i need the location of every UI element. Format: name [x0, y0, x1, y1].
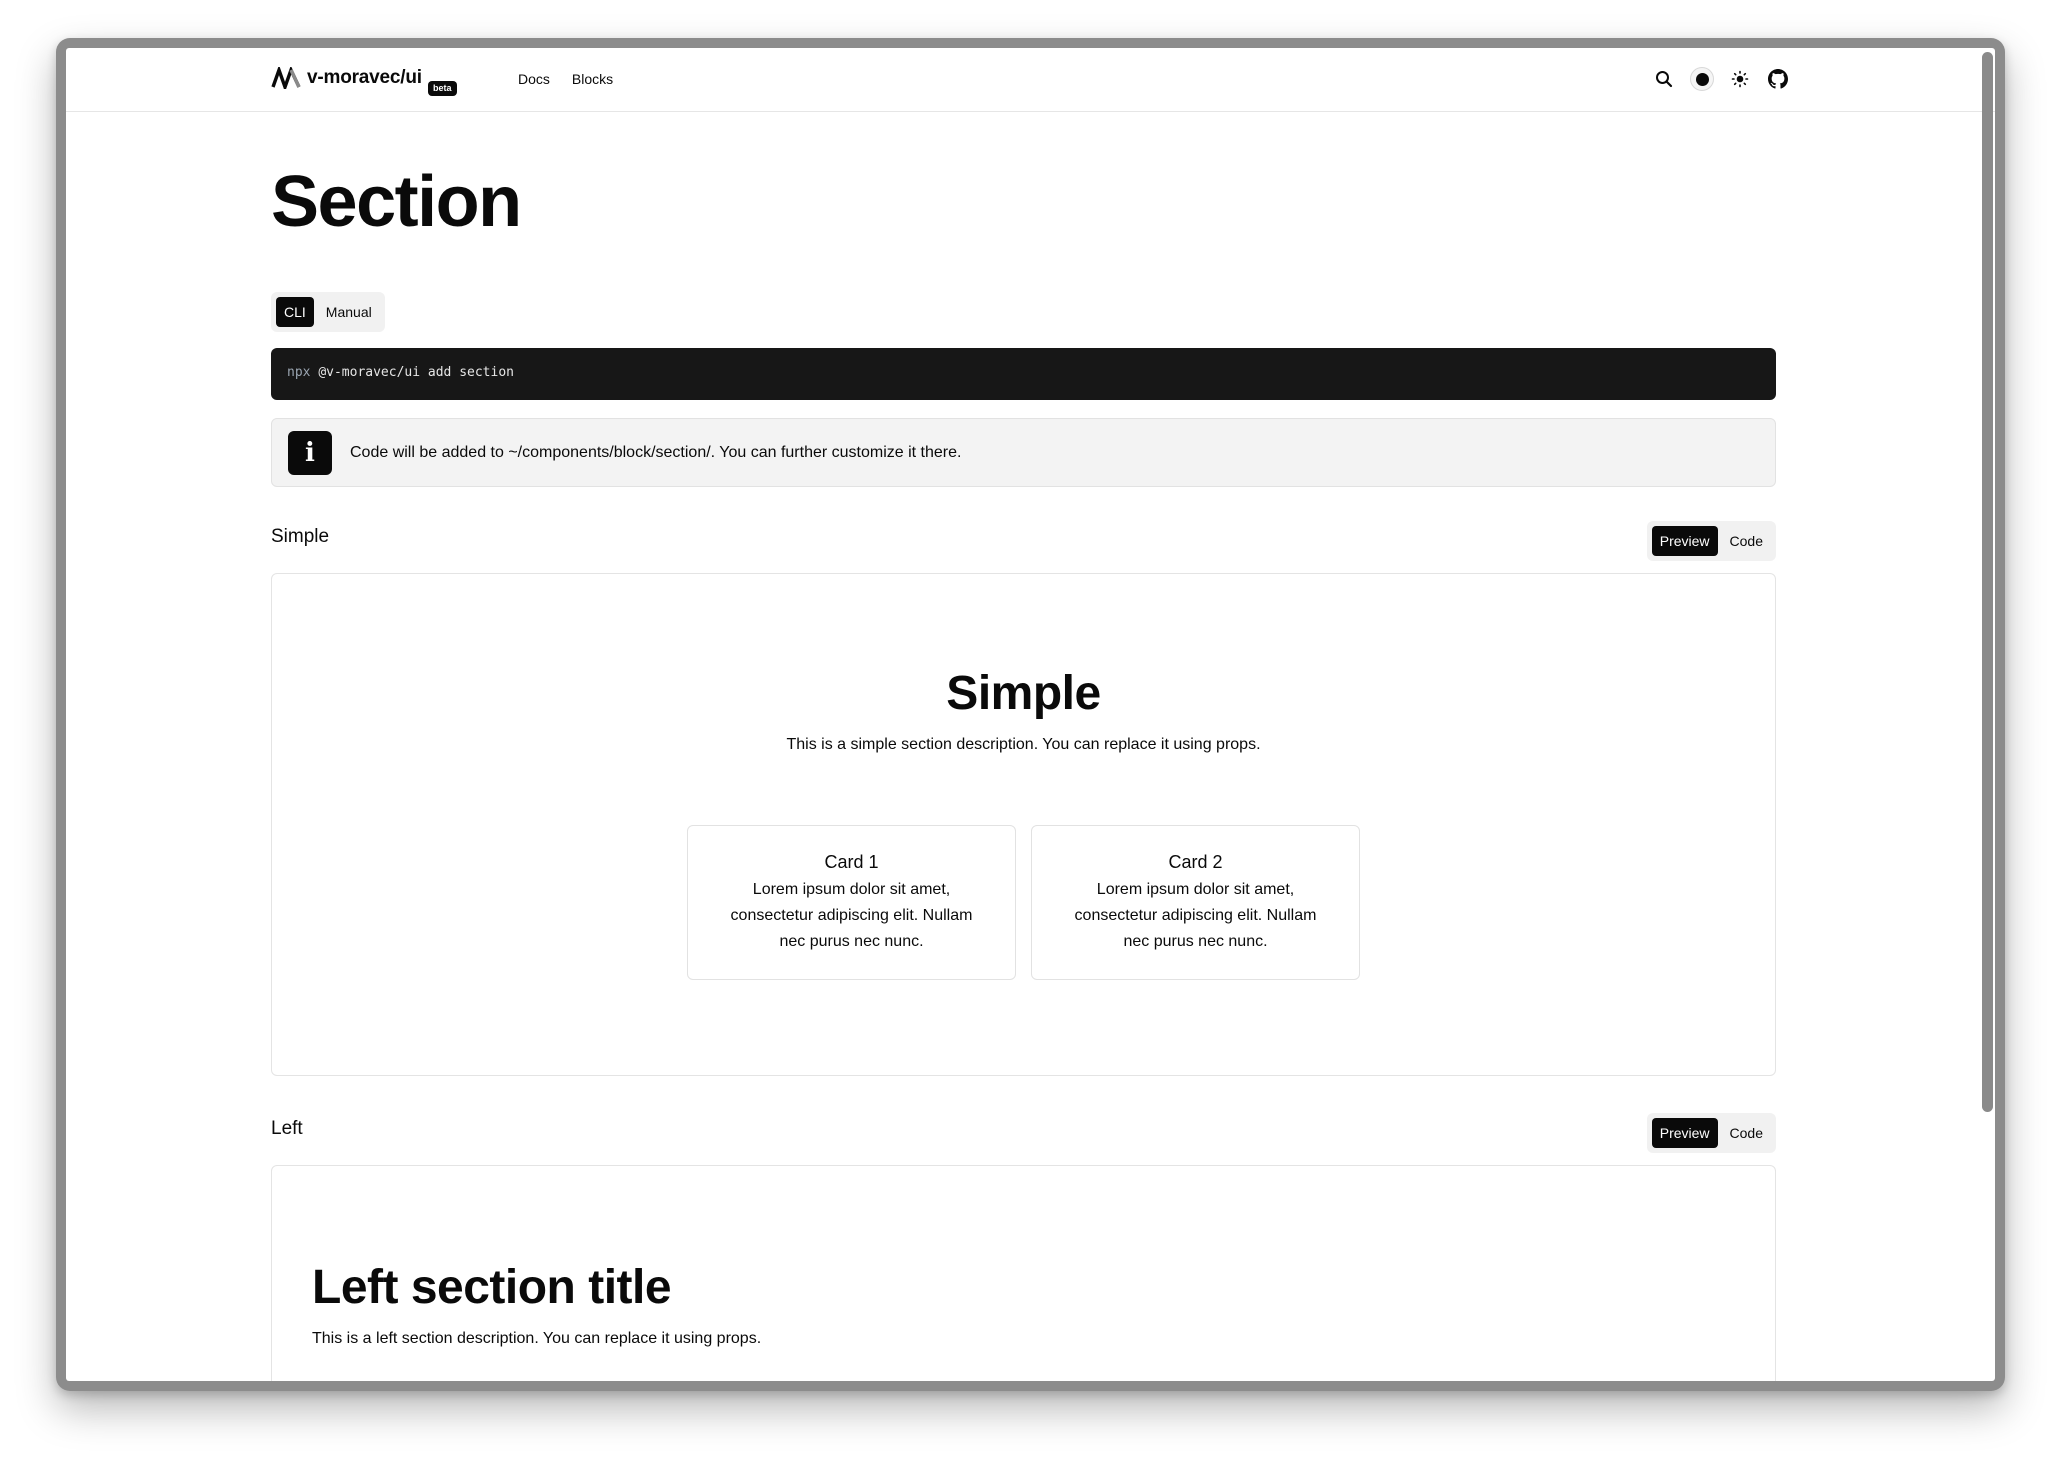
page-title: Section — [271, 162, 522, 242]
main-nav: Docs Blocks — [518, 71, 613, 87]
tab-preview[interactable]: Preview — [1651, 1118, 1718, 1148]
tab-preview[interactable]: Preview — [1651, 526, 1718, 556]
example-label-simple: Simple — [271, 526, 330, 547]
simple-view-tabs: Preview Code — [1646, 521, 1776, 561]
tab-manual[interactable]: Manual — [318, 297, 380, 327]
nav-blocks[interactable]: Blocks — [572, 71, 613, 87]
site-header: v-moravec/ui beta Docs Blocks — [66, 48, 1995, 112]
install-tabs: CLI Manual — [271, 292, 385, 332]
tab-code[interactable]: Code — [1722, 1118, 1771, 1148]
card-body: Lorem ipsum dolor sit amet, consectetur … — [1074, 881, 1317, 950]
color-dot-icon — [1695, 72, 1709, 86]
card-title: Card 2 — [1168, 852, 1223, 872]
sun-icon[interactable] — [1728, 67, 1752, 91]
command-text: @v-moravec/ui add section — [318, 365, 514, 380]
brand-link[interactable]: v-moravec/ui beta — [271, 67, 457, 96]
simple-section-title: Simple — [946, 667, 1101, 720]
card-title: Card 1 — [824, 852, 879, 872]
info-alert: i Code will be added to ~/components/blo… — [271, 418, 1776, 487]
tab-code[interactable]: Code — [1722, 526, 1771, 556]
left-section-description: This is a left section description. You … — [312, 1330, 762, 1347]
example-label-left: Left — [271, 1118, 303, 1139]
simple-section-description: This is a simple section description. Yo… — [786, 736, 1261, 753]
install-command[interactable]: npx @v-moravec/ui add section — [271, 348, 1776, 400]
github-icon[interactable] — [1766, 67, 1790, 91]
info-icon: i — [288, 430, 332, 475]
browser-window: v-moravec/ui beta Docs Blocks Section CL… — [56, 38, 2005, 1391]
theme-color-toggle[interactable] — [1690, 67, 1714, 91]
command-prefix: npx — [287, 365, 311, 380]
left-section-title: Left section title — [312, 1261, 672, 1314]
card: Card 1 Lorem ipsum dolor sit amet, conse… — [687, 825, 1016, 980]
brand-name: v-moravec/ui — [307, 67, 422, 88]
left-preview-panel: Left section title This is a left sectio… — [271, 1165, 1776, 1381]
page-viewport: v-moravec/ui beta Docs Blocks Section CL… — [66, 48, 1995, 1381]
vertical-scrollbar[interactable] — [1982, 52, 1993, 1112]
beta-badge: beta — [428, 81, 457, 96]
search-icon[interactable] — [1652, 67, 1676, 91]
brand-logo-icon — [271, 67, 301, 89]
tab-cli[interactable]: CLI — [276, 297, 314, 327]
nav-docs[interactable]: Docs — [518, 71, 550, 87]
simple-preview-panel: Simple This is a simple section descript… — [271, 573, 1776, 1076]
header-tools — [1652, 67, 1790, 91]
card-body: Lorem ipsum dolor sit amet, consectetur … — [730, 881, 973, 950]
card: Card 2 Lorem ipsum dolor sit amet, conse… — [1031, 825, 1360, 980]
left-view-tabs: Preview Code — [1646, 1113, 1776, 1153]
alert-text: Code will be added to ~/components/block… — [350, 443, 962, 461]
